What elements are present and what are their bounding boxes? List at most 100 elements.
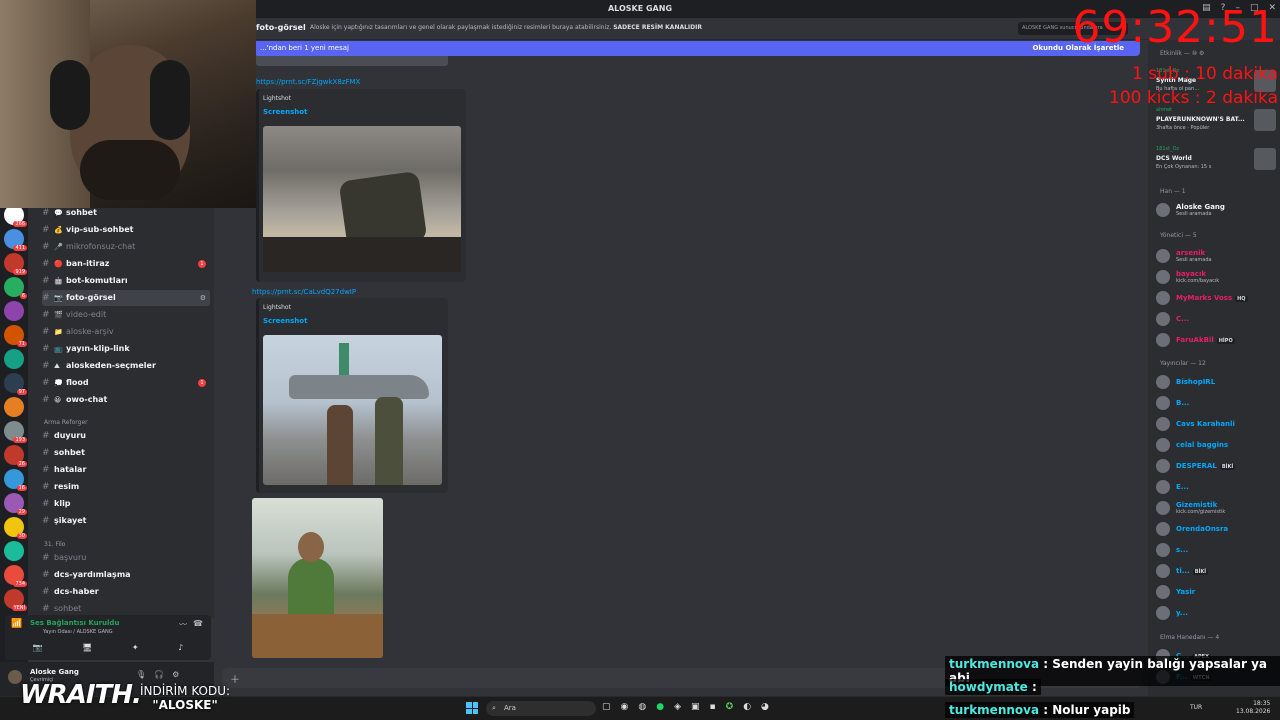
channel-emoji-icon: 📁 [54, 328, 63, 336]
server-icon[interactable] [4, 301, 24, 321]
clock[interactable]: 18:35 13.08.2026 [1236, 700, 1270, 716]
activity-card[interactable]: 181st_Oz DCS World En Çok Oynanan: 15 s [1156, 146, 1280, 180]
channel-dcs-haber[interactable]: # dcs-haber [42, 584, 210, 600]
channel-ban-itiraz[interactable]: # 🔴 ban-itiraz 1 [42, 256, 210, 272]
server-icon[interactable]: 411 [4, 229, 27, 251]
server-icon[interactable]: 266 [4, 205, 27, 227]
spotify-icon[interactable]: ● [656, 702, 664, 712]
browser-icon[interactable]: ◐ [743, 702, 751, 712]
taskbar-search[interactable]: ⌕ Ara [486, 701, 596, 716]
member-item[interactable]: E... [1156, 477, 1280, 497]
hash-icon: # [42, 276, 50, 286]
member-item[interactable]: Yasir [1156, 582, 1280, 602]
server-icon[interactable] [4, 541, 24, 561]
channel-foto-görsel[interactable]: # 📷 foto-görsel ⚙ [42, 290, 210, 306]
channel-bot-komutları[interactable]: # 🤖 bot-komutları [42, 273, 210, 289]
channel-vip-sub-sohbet[interactable]: # 💰 vip-sub-sohbet [42, 222, 210, 238]
channel-flood[interactable]: # 💭 flood 1 [42, 375, 210, 391]
channel-video-edit[interactable]: # 🎬 video-edit [42, 307, 210, 323]
chat-text: : Nolur yapib [1039, 703, 1131, 717]
add-attachment-icon[interactable]: ＋ [230, 671, 240, 686]
channel-sohbet[interactable]: # sohbet [42, 445, 210, 461]
member-item[interactable]: ti... BİKİ [1156, 561, 1280, 581]
language-indicator[interactable]: TUR [1190, 704, 1202, 711]
previous-image[interactable] [256, 56, 448, 66]
channel-aloskeden-seçmeler[interactable]: # ⛰ aloskeden-seçmeler [42, 358, 210, 374]
member-item[interactable]: Cavs Karahanli [1156, 414, 1280, 434]
server-icon[interactable] [4, 397, 24, 417]
server-icon[interactable]: 193 [4, 421, 27, 443]
microphone-icon[interactable]: 🎙 [136, 670, 146, 679]
member-item[interactable]: Gizemistik kick.com/gizemistik [1156, 498, 1280, 518]
screen-share-icon[interactable]: 🖥 [82, 643, 92, 652]
soundboard-icon[interactable]: ♪ [178, 643, 183, 652]
member-item[interactable]: s... [1156, 540, 1280, 560]
screenshot-link-1[interactable]: https://prnt.sc/FZjgwkX8zFMX [256, 78, 360, 86]
server-icon[interactable]: 734 [4, 565, 27, 587]
member-item[interactable]: B... [1156, 393, 1280, 413]
category-arma[interactable]: Arma Reforger [44, 419, 88, 426]
xbox-icon[interactable]: ✪ [726, 702, 734, 712]
embed-title[interactable]: Screenshot [263, 108, 307, 116]
channel-klip[interactable]: # klip [42, 496, 210, 512]
member-item[interactable]: FaruAkBil HİPO [1156, 330, 1280, 350]
terminal-icon[interactable]: ▪ [710, 702, 716, 712]
attached-photo[interactable] [252, 498, 383, 658]
server-icon[interactable]: 6 [4, 277, 27, 299]
server-icon[interactable]: 29 [4, 493, 27, 515]
channel-settings-icon[interactable]: ⚙ [200, 290, 206, 306]
member-item[interactable]: arsenik Sesli aramada [1156, 246, 1280, 266]
channel-şikayet[interactable]: # şikayet [42, 513, 210, 529]
member-item[interactable]: y... [1156, 603, 1280, 623]
member-item[interactable]: DESPERAL BİKİ [1156, 456, 1280, 476]
signal-icon[interactable]: 📶 [11, 619, 22, 629]
screenshot-link-2[interactable]: https://prnt.sc/CaLvdQ27dwIP [252, 288, 356, 296]
noise-suppression-icon[interactable]: 〰 [179, 619, 187, 630]
chrome-icon[interactable]: ◕ [761, 702, 769, 712]
voice-channel[interactable]: Yayın Odası / ALOSKE GANG [43, 629, 113, 635]
channel-owo-chat[interactable]: # 😀 owo-chat [42, 392, 210, 408]
disconnect-icon[interactable]: ☎ [193, 619, 203, 628]
epic-icon[interactable]: ▣ [691, 702, 700, 712]
server-icon[interactable]: 16 [4, 469, 27, 491]
activities-icon[interactable]: ✦ [132, 643, 139, 652]
headphones-icon[interactable]: 🎧 [154, 670, 164, 679]
member-item[interactable]: MyMarks Voss HQ [1156, 288, 1280, 308]
new-messages-banner[interactable]: ...'ndan beri 1 yeni mesaj Okundu Olarak… [254, 41, 1140, 56]
task-view-icon[interactable]: ▢ [602, 702, 611, 712]
camera-off-icon[interactable]: 📷 [33, 643, 43, 652]
channel-mikrofonsuz-chat[interactable]: # 🎤 mikrofonsuz-chat [42, 239, 210, 255]
activity-card[interactable]: ahmet PLAYERUNKNOWN'S BAT... 3hafta önce ·… [1156, 107, 1280, 141]
settings-gear-icon[interactable]: ⚙ [172, 670, 179, 679]
category-filo[interactable]: 31. Filo [44, 541, 65, 548]
server-icon[interactable]: 30 [4, 517, 27, 539]
server-icon[interactable]: 919 [4, 253, 27, 275]
channel-resim[interactable]: # resim [42, 479, 210, 495]
channel-başvuru[interactable]: # başvuru [42, 550, 210, 566]
subathon-rule-1: 1 sub : 10 dakika [1132, 64, 1278, 84]
member-item[interactable]: BishopIRL [1156, 372, 1280, 392]
server-icon[interactable]: 97 [4, 373, 27, 395]
channel-yayın-klip-link[interactable]: # 📺 yayın-klip-link [42, 341, 210, 357]
start-icon[interactable] [466, 702, 478, 714]
steam-icon[interactable]: ◈ [674, 702, 681, 712]
channel-dcs-yardımlaşma[interactable]: # dcs-yardımlaşma [42, 567, 210, 583]
server-icon[interactable]: YENİ [4, 589, 27, 611]
channel-aloske-arşiv[interactable]: # 📁 aloske-arşiv [42, 324, 210, 340]
embed-image-jet[interactable] [263, 335, 442, 485]
avatar [1156, 333, 1170, 347]
member-item[interactable]: C... [1156, 309, 1280, 329]
server-icon[interactable] [4, 349, 24, 369]
channel-hatalar[interactable]: # hatalar [42, 462, 210, 478]
member-item[interactable]: OrendaOnsra [1156, 519, 1280, 539]
channel-duyuru[interactable]: # duyuru [42, 428, 210, 444]
member-item[interactable]: celal baggins [1156, 435, 1280, 455]
server-icon[interactable]: 71 [4, 325, 27, 347]
server-icon[interactable]: 26 [4, 445, 27, 467]
member-item[interactable]: Aloske Gang Sesli aramada [1156, 200, 1280, 220]
discord-icon[interactable]: ◍ [638, 702, 646, 712]
embed-image-sandal[interactable] [263, 126, 461, 272]
obs-icon[interactable]: ◉ [621, 702, 629, 712]
member-item[interactable]: bayacık kick.com/bayacık [1156, 267, 1280, 287]
embed-title[interactable]: Screenshot [263, 317, 307, 325]
